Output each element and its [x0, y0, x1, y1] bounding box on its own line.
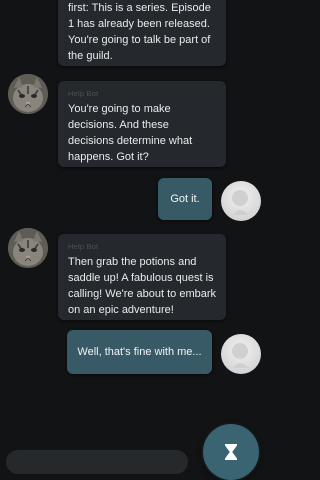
message-text: Then grab the potions and saddle up! A f… [68, 254, 217, 318]
user-avatar [221, 181, 261, 221]
message-text: You're going to make decisions. And thes… [68, 101, 217, 165]
chat-view: first: This is a series. Episode 1 has a… [0, 0, 270, 480]
bot-message-2: Help Bot You're going to make decisions.… [58, 81, 226, 167]
cat-avatar-icon [8, 74, 48, 114]
message-line: saddle up! A fabulous quest is [68, 272, 214, 284]
message-line: 1 has already been released. [68, 18, 210, 30]
message-line: You're going to talk be part of [68, 34, 211, 46]
user-message-1: Got it. [158, 178, 212, 220]
hourglass-icon [225, 444, 237, 460]
message-line: You're going to make [68, 103, 171, 115]
sender-name: Help Bot [68, 89, 99, 98]
message-line: Then grab the potions and [68, 256, 197, 268]
message-text: Well, that's fine with me... [77, 346, 202, 358]
message-line: happens. Got it? [68, 151, 149, 163]
message-line: calling! We're about to embark [68, 288, 217, 300]
message-line: decisions. And these [68, 119, 169, 131]
cat-avatar-icon [8, 228, 48, 268]
sender-name: Help Bot [68, 242, 99, 251]
bot-message-3: Help Bot Then grab the potions and saddl… [58, 234, 226, 320]
user-message-2: Well, that's fine with me... [67, 330, 212, 374]
message-line: on an epic adventure! [68, 304, 174, 316]
user-avatar-icon [232, 343, 248, 368]
message-text: Got it. [170, 193, 200, 205]
wait-button[interactable] [203, 424, 259, 480]
message-line: the guild. [68, 50, 113, 62]
message-text: first: This is a series. Episode 1 has a… [68, 0, 217, 64]
bot-message-1: first: This is a series. Episode 1 has a… [58, 0, 226, 66]
user-avatar-icon [232, 190, 248, 215]
message-line: first: This is a series. Episode [68, 2, 211, 14]
message-line: decisions determine what [68, 135, 193, 147]
bot-avatar [8, 74, 48, 114]
bot-avatar [8, 228, 48, 268]
message-input[interactable] [6, 450, 188, 474]
user-avatar [221, 334, 261, 374]
